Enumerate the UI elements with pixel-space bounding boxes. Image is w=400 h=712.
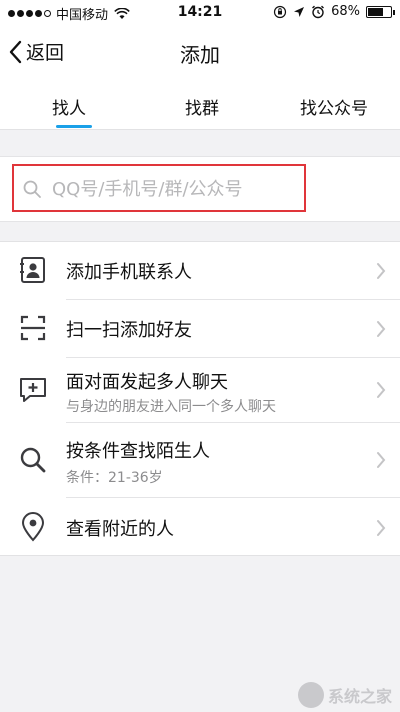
item-title: 面对面发起多人聊天	[66, 372, 228, 393]
item-title: 查看附近的人	[66, 519, 174, 540]
search-box[interactable]	[12, 164, 306, 212]
add-options-list: 添加手机联系人 扫一扫添加好友 面对面发起多人聊天 与身边的朋友进入同一个多人聊…	[0, 241, 400, 556]
chevron-right-icon	[377, 520, 386, 536]
chevron-right-icon	[377, 321, 386, 337]
alarm-icon	[312, 5, 325, 18]
item-title: 扫一扫添加好友	[66, 320, 192, 341]
list-item-scan-add-friend[interactable]: 扫一扫添加好友	[0, 300, 400, 357]
watermark: 系统之家	[297, 682, 392, 708]
item-subtitle: 与身边的朋友进入同一个多人聊天	[66, 399, 276, 415]
tab-bar: 找人 找群 找公众号	[0, 78, 400, 130]
location-arrow-icon	[294, 6, 305, 17]
orientation-lock-icon	[273, 5, 287, 18]
scan-icon	[20, 315, 46, 341]
tab-find-official-accounts[interactable]: 找公众号	[300, 94, 368, 119]
watermark-logo	[297, 682, 324, 708]
chevron-right-icon	[377, 382, 386, 398]
item-title: 按条件查找陌生人	[66, 441, 210, 462]
item-title: 添加手机联系人	[66, 262, 192, 283]
watermark-text: 系统之家	[327, 687, 392, 706]
item-subtitle: 条件：21-36岁	[66, 470, 163, 486]
search-icon	[20, 447, 46, 473]
chevron-right-icon	[377, 263, 386, 279]
battery-icon	[366, 5, 395, 18]
list-item-add-phone-contacts[interactable]: 添加手机联系人	[0, 242, 400, 299]
tab-find-people[interactable]: 找人	[52, 94, 86, 119]
chat-plus-icon	[20, 378, 46, 402]
location-pin-icon	[21, 512, 45, 542]
contact-card-icon	[20, 257, 45, 283]
active-tab-indicator	[56, 125, 92, 128]
chevron-right-icon	[377, 452, 386, 468]
status-right: 68%	[273, 4, 395, 19]
search-icon	[23, 180, 41, 198]
tab-find-groups[interactable]: 找群	[185, 94, 219, 119]
battery-percent: 68%	[331, 4, 360, 19]
list-item-people-nearby[interactable]: 查看附近的人	[0, 498, 400, 556]
list-item-face-to-face-group-chat[interactable]: 面对面发起多人聊天 与身边的朋友进入同一个多人聊天	[0, 358, 400, 422]
status-bar: 中国移动 14:21 68%	[0, 0, 400, 26]
navigation-bar: 返回 添加	[0, 26, 400, 78]
search-input[interactable]	[52, 174, 302, 204]
list-item-find-strangers[interactable]: 按条件查找陌生人 条件：21-36岁	[0, 423, 400, 497]
page-title: 添加	[180, 43, 220, 67]
battery-fill	[368, 7, 383, 16]
